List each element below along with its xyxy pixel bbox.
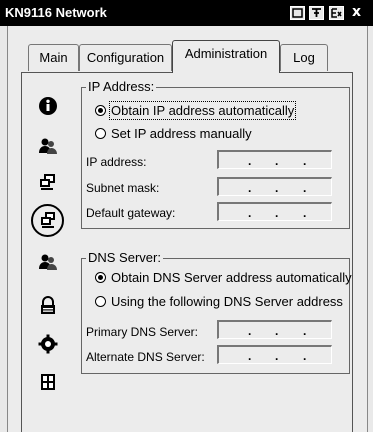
exit-icon bbox=[331, 8, 342, 18]
tab-configuration[interactable]: Configuration bbox=[79, 44, 172, 71]
title-bar: KN9116 Network x bbox=[0, 0, 373, 26]
dns-server-group-title: DNS Server: bbox=[86, 250, 163, 265]
users-group-icon[interactable] bbox=[38, 252, 58, 272]
window-title: KN9116 Network bbox=[5, 5, 107, 20]
manual-dns-option[interactable]: Using the following DNS Server address bbox=[95, 295, 343, 309]
minimize-icon bbox=[292, 8, 303, 18]
gear-icon[interactable] bbox=[38, 334, 58, 354]
alternate-dns-field[interactable]: ... bbox=[217, 345, 332, 364]
manual-dns-label[interactable]: Using the following DNS Server address bbox=[111, 294, 343, 309]
exit-button[interactable] bbox=[329, 6, 344, 20]
computers-icon[interactable] bbox=[38, 172, 58, 192]
set-ip-manual-radio[interactable] bbox=[95, 128, 106, 139]
users-icon[interactable] bbox=[38, 136, 58, 156]
tab-log[interactable]: Log bbox=[280, 44, 328, 71]
pin-button[interactable] bbox=[309, 6, 324, 20]
obtain-ip-auto-radio[interactable] bbox=[95, 105, 106, 116]
device-icon[interactable] bbox=[38, 372, 58, 392]
ip-address-label: IP address: bbox=[86, 155, 147, 169]
lock-icon[interactable] bbox=[38, 296, 58, 316]
ip-address-group-title: IP Address: bbox=[86, 79, 157, 94]
close-button[interactable]: x bbox=[352, 4, 361, 20]
obtain-dns-auto-label[interactable]: Obtain DNS Server address automatically bbox=[111, 270, 352, 285]
network-icon[interactable] bbox=[38, 210, 58, 230]
primary-dns-field[interactable]: ... bbox=[217, 320, 332, 339]
alternate-dns-label: Alternate DNS Server: bbox=[86, 350, 205, 364]
ip-address-field[interactable]: ... bbox=[217, 150, 332, 169]
manual-dns-radio[interactable] bbox=[95, 296, 106, 307]
pin-icon bbox=[312, 8, 321, 17]
set-ip-manual-option[interactable]: Set IP address manually bbox=[95, 127, 252, 141]
network-window: KN9116 Network x Main Configuration Admi… bbox=[0, 0, 373, 432]
subnet-mask-label: Subnet mask: bbox=[86, 181, 160, 195]
obtain-dns-auto-radio[interactable] bbox=[95, 272, 106, 283]
minimize-button[interactable] bbox=[290, 6, 305, 20]
obtain-ip-auto-option[interactable]: Obtain IP address automatically bbox=[95, 101, 297, 120]
obtain-ip-auto-label[interactable]: Obtain IP address automatically bbox=[108, 101, 297, 120]
info-icon[interactable] bbox=[38, 96, 58, 116]
obtain-dns-auto-option[interactable]: Obtain DNS Server address automatically bbox=[95, 271, 352, 285]
subnet-mask-field[interactable]: ... bbox=[217, 177, 332, 196]
default-gateway-field[interactable]: ... bbox=[217, 202, 332, 221]
tab-main[interactable]: Main bbox=[28, 44, 79, 71]
default-gateway-label: Default gateway: bbox=[86, 206, 176, 220]
tab-administration[interactable]: Administration bbox=[172, 40, 280, 73]
primary-dns-label: Primary DNS Server: bbox=[86, 325, 199, 339]
set-ip-manual-label[interactable]: Set IP address manually bbox=[111, 126, 252, 141]
